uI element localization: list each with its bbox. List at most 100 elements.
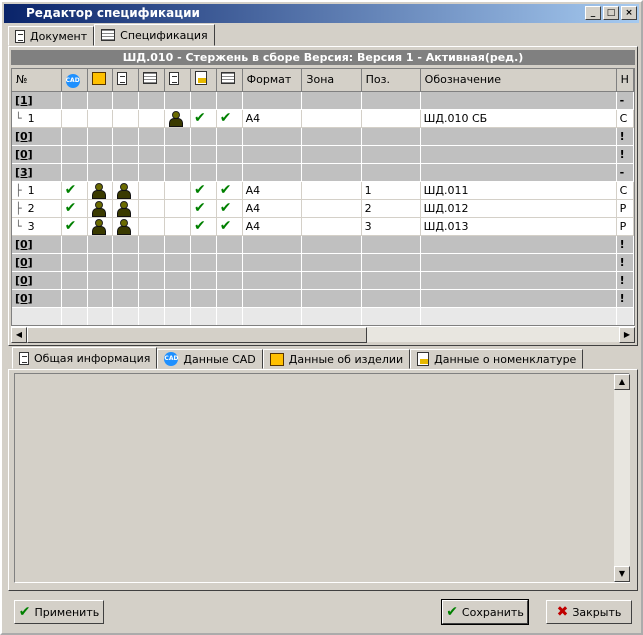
tab-document[interactable]: Документ: [8, 26, 95, 46]
flag-cell-c3[interactable]: [112, 109, 140, 128]
group-cell[interactable]: [420, 235, 617, 254]
flag-cell-c1[interactable]: ✔: [61, 199, 88, 218]
group-right[interactable]: !: [616, 289, 634, 308]
flag-cell-c1[interactable]: ✔: [61, 217, 88, 236]
group-row[interactable]: [3] -: [12, 163, 634, 182]
col-cad-header[interactable]: CAD: [61, 69, 88, 92]
flag-cell-c6[interactable]: ✔: [190, 181, 217, 200]
name-cell[interactable]: Р: [616, 199, 634, 218]
apply-button[interactable]: ✔ Применить: [14, 600, 104, 624]
flag-cell-c3[interactable]: [112, 181, 140, 200]
table-row[interactable]: ├ 2 ✔ ✔ ✔ A4 2 ШД.012 Р: [12, 199, 634, 218]
flag-cell-c5[interactable]: [164, 217, 191, 236]
group-row[interactable]: [0]!: [12, 253, 634, 272]
group-cell[interactable]: [242, 271, 303, 290]
col-designation-header[interactable]: Обозначение: [420, 69, 617, 92]
tab-product-data[interactable]: Данные об изделии: [262, 349, 411, 369]
name-cell[interactable]: С: [616, 109, 634, 128]
group-cell[interactable]: [164, 289, 191, 308]
flag-cell-c4[interactable]: [138, 181, 166, 200]
group-cell[interactable]: [190, 253, 217, 272]
format-cell[interactable]: A4: [242, 109, 303, 128]
group-cell[interactable]: [242, 127, 303, 146]
flag-cell-c2[interactable]: [87, 217, 114, 236]
group-cell[interactable]: [61, 163, 88, 182]
group-cell[interactable]: [164, 91, 191, 110]
group-cell[interactable]: [112, 235, 140, 254]
group-cell[interactable]: [301, 91, 362, 110]
flag-cell-c6[interactable]: ✔: [190, 217, 217, 236]
group-cell[interactable]: [61, 235, 88, 254]
group-cell[interactable]: [301, 235, 362, 254]
col-table-header[interactable]: [216, 69, 243, 92]
group-cell[interactable]: [242, 235, 303, 254]
flag-cell-c5[interactable]: [164, 109, 191, 128]
scroll-thumb[interactable]: [27, 327, 367, 343]
flag-cell-c4[interactable]: [138, 217, 166, 236]
scroll-right-icon[interactable]: ▶: [619, 327, 635, 343]
group-label[interactable]: [0]: [12, 235, 62, 254]
col-nom-header[interactable]: [190, 69, 217, 92]
flag-cell-c2[interactable]: [87, 199, 114, 218]
group-right[interactable]: !: [616, 271, 634, 290]
row-num-cell[interactable]: ├ 2: [12, 199, 62, 218]
minimize-button[interactable]: _: [585, 6, 601, 20]
flag-cell-c4[interactable]: [138, 109, 166, 128]
group-cell[interactable]: [242, 145, 303, 164]
flag-cell-c7[interactable]: ✔: [216, 217, 243, 236]
pos-cell[interactable]: 1: [361, 181, 421, 200]
group-cell[interactable]: [112, 289, 140, 308]
flag-cell-c2[interactable]: [87, 181, 114, 200]
group-label[interactable]: [0]: [12, 253, 62, 272]
close-button[interactable]: ✖ Закрыть: [546, 600, 632, 624]
group-cell[interactable]: [242, 91, 303, 110]
group-cell[interactable]: [164, 235, 191, 254]
group-cell[interactable]: [112, 163, 140, 182]
group-cell[interactable]: [87, 289, 114, 308]
row-num-cell[interactable]: └ 1: [12, 109, 62, 128]
group-cell[interactable]: [112, 127, 140, 146]
flag-cell-c2[interactable]: [87, 109, 114, 128]
group-cell[interactable]: [301, 145, 362, 164]
pos-cell[interactable]: 2: [361, 199, 421, 218]
name-cell[interactable]: С: [616, 181, 634, 200]
group-cell[interactable]: [190, 127, 217, 146]
designation-cell[interactable]: ШД.012: [420, 199, 617, 218]
group-cell[interactable]: [420, 145, 617, 164]
group-cell[interactable]: [216, 91, 243, 110]
group-cell[interactable]: [87, 235, 114, 254]
designation-cell[interactable]: ШД.013: [420, 217, 617, 236]
group-cell[interactable]: [361, 163, 421, 182]
group-cell[interactable]: [164, 127, 191, 146]
zone-cell[interactable]: [301, 181, 362, 200]
group-cell[interactable]: [87, 145, 114, 164]
group-cell[interactable]: [420, 271, 617, 290]
flag-cell-c3[interactable]: [112, 217, 140, 236]
group-cell[interactable]: [112, 145, 140, 164]
flag-cell-c5[interactable]: [164, 181, 191, 200]
group-cell[interactable]: [242, 289, 303, 308]
group-row[interactable]: [0]!: [12, 271, 634, 290]
group-cell[interactable]: [112, 91, 140, 110]
group-cell[interactable]: [112, 253, 140, 272]
flag-cell-c7[interactable]: ✔: [216, 109, 243, 128]
row-num-cell[interactable]: └ 3: [12, 217, 62, 236]
col-file-header[interactable]: [164, 69, 191, 92]
group-cell[interactable]: [138, 253, 166, 272]
group-right[interactable]: !: [616, 235, 634, 254]
format-cell[interactable]: A4: [242, 217, 303, 236]
group-label[interactable]: [1]: [12, 91, 62, 110]
flag-cell-c4[interactable]: [138, 199, 166, 218]
group-cell[interactable]: [164, 145, 191, 164]
horizontal-scrollbar[interactable]: ◀ ▶: [11, 326, 635, 343]
group-cell[interactable]: [216, 163, 243, 182]
group-cell[interactable]: [361, 289, 421, 308]
group-label[interactable]: [3]: [12, 163, 62, 182]
group-cell[interactable]: [361, 91, 421, 110]
group-cell[interactable]: [361, 253, 421, 272]
col-zone-header[interactable]: Зона: [301, 69, 362, 92]
designation-cell[interactable]: ШД.010 СБ: [420, 109, 617, 128]
scroll-up-icon[interactable]: ▲: [614, 374, 630, 390]
group-row[interactable]: [0]!: [12, 145, 634, 164]
spec-grid[interactable]: № CAD Формат Зона Поз. Обозначение Н [1]…: [11, 68, 635, 326]
